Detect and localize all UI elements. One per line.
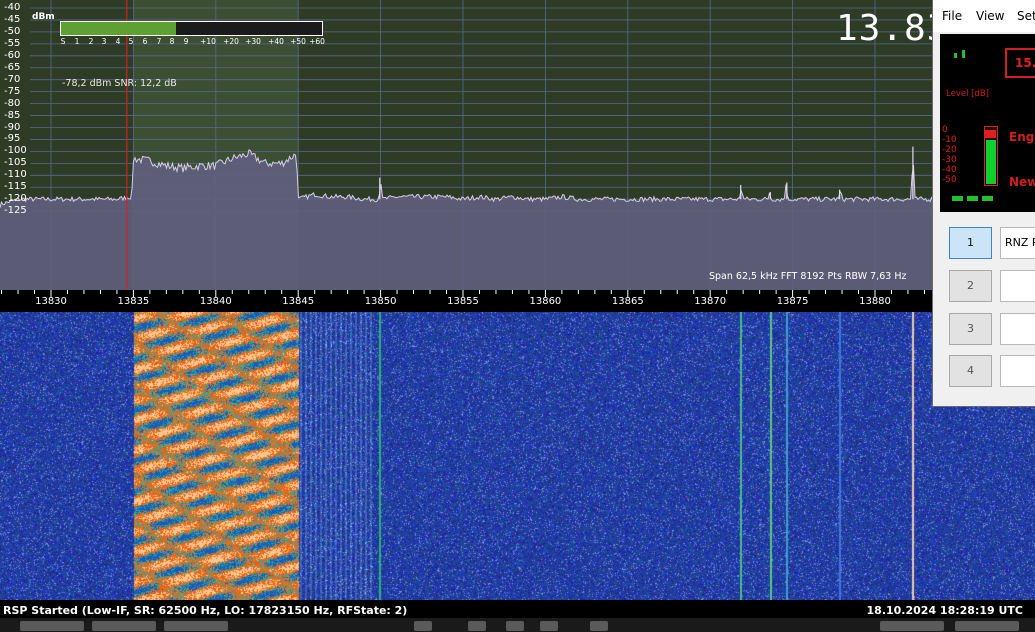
- s-meter-tick: 7: [156, 37, 162, 46]
- s-meter-tick: +40: [268, 37, 284, 46]
- preset-name-2[interactable]: [1000, 270, 1035, 302]
- vmeter-fill: [986, 140, 996, 184]
- dbm-tick-label: -100: [4, 145, 27, 157]
- preset-button-1[interactable]: 1: [949, 227, 992, 259]
- frequency-tick-label: 13835: [117, 296, 150, 307]
- s-meter-tick: 2: [88, 37, 94, 46]
- menu-view[interactable]: View: [976, 9, 1004, 23]
- dbm-tick-label: -35: [4, 0, 20, 1]
- status-datetime: 18.10.2024 18:28:19 UTC: [866, 604, 1023, 617]
- dbm-tick-label: -85: [4, 109, 21, 121]
- s-meter-tick: 1: [74, 37, 80, 46]
- level-label: Level [dB]: [946, 89, 989, 99]
- vmeter-peak: [985, 130, 996, 138]
- s-meter-tick: 8: [169, 37, 175, 46]
- toolbar-button[interactable]: [506, 621, 524, 631]
- dbm-tick-label: -105: [4, 157, 27, 169]
- menu-bar: File View Sett: [933, 0, 1035, 32]
- s-meter-tick: S: [60, 37, 66, 46]
- dbm-unit-label: dBm: [32, 12, 55, 22]
- signal-led-icon: [954, 53, 957, 58]
- preset-button-4[interactable]: 4: [949, 355, 992, 387]
- dbm-tick-label: -65: [4, 61, 21, 73]
- preset-button-3[interactable]: 3: [949, 313, 992, 345]
- level-value: 15.4: [1005, 48, 1035, 78]
- toolbar-button[interactable]: [20, 621, 84, 631]
- menu-settings[interactable]: Sett: [1017, 9, 1035, 23]
- genre-label: News: [1009, 175, 1035, 189]
- dbm-tick-label: -75: [4, 85, 21, 97]
- dbm-tick-label: -90: [4, 121, 21, 133]
- dbm-tick-label: -55: [4, 37, 21, 49]
- dbm-tick-label: -50: [4, 25, 21, 37]
- toolbar-button[interactable]: [414, 621, 432, 631]
- status-bar: RSP Started (Low-IF, SR: 62500 Hz, LO: 1…: [0, 600, 1035, 632]
- menu-file[interactable]: File: [942, 9, 962, 23]
- toolbar-button[interactable]: [164, 621, 228, 631]
- s-meter: [60, 21, 323, 36]
- frequency-tick-label: 13830: [35, 296, 67, 307]
- dbm-tick-label: -60: [4, 49, 21, 61]
- s-meter-tick: +50: [290, 37, 306, 46]
- s-meter-tick: 6: [142, 37, 148, 46]
- frequency-tick-label: 13840: [199, 296, 232, 307]
- toolbar-button[interactable]: [540, 621, 558, 631]
- preset-name-4[interactable]: [1000, 355, 1035, 387]
- frequency-tick-label: 13850: [364, 296, 397, 307]
- toolbar-button[interactable]: [955, 621, 1019, 631]
- status-message: RSP Started (Low-IF, SR: 62500 Hz, LO: 1…: [3, 604, 408, 617]
- waterfall-display[interactable]: [0, 312, 1035, 600]
- s-meter-tick: +60: [309, 37, 325, 46]
- frequency-tick-label: 13845: [282, 296, 315, 307]
- preset-name-3[interactable]: [1000, 313, 1035, 345]
- status-led-icon: [967, 196, 978, 201]
- dbm-tick-label: -45: [4, 13, 21, 25]
- frequency-tick-label: 13855: [447, 296, 479, 307]
- dbm-tick-label: -70: [4, 73, 21, 85]
- dbm-tick-label: -80: [4, 97, 21, 109]
- s-meter-tick: 4: [115, 37, 121, 46]
- status-led-icon: [982, 196, 993, 201]
- frequency-tick-label: 13865: [611, 296, 644, 307]
- s-meter-tick: +30: [245, 37, 261, 46]
- toolbar-button[interactable]: [92, 621, 156, 631]
- toolbar-button[interactable]: [590, 621, 608, 631]
- signal-readout: -78,2 dBm SNR: 12,2 dB: [62, 78, 177, 89]
- preset-button-2[interactable]: 2: [949, 270, 992, 302]
- frequency-tick-label: 13870: [694, 296, 727, 307]
- s-meter-tick: +20: [223, 37, 239, 46]
- s-meter-tick: 3: [101, 37, 107, 46]
- meter-panel: 15.4 Level [dB] 0 -10 -20 -30 -40 -50 En…: [940, 34, 1035, 212]
- dbm-tick-label: -125: [4, 205, 27, 217]
- dbm-tick-label: -95: [4, 133, 21, 145]
- s-meter-tick: 5: [128, 37, 134, 46]
- preset-name-1[interactable]: RNZ PA: [1000, 227, 1035, 259]
- s-meter-tick: +10: [200, 37, 216, 46]
- fft-info: Span 62,5 kHz FFT 8192 Pts RBW 7,63 Hz: [709, 271, 907, 282]
- s-meter-scale: S 1 2 3 4 5 6 7 8 9 +10 +20 +30 +40 +50 +60: [60, 37, 325, 47]
- signal-led-icon: [962, 50, 965, 58]
- toolbar-button[interactable]: [880, 621, 944, 631]
- dbm-tick-label: -40: [4, 2, 21, 13]
- bottom-toolbar: [0, 618, 1035, 632]
- frequency-tick-label: 13860: [529, 296, 562, 307]
- dbm-tick-label: -120: [4, 193, 27, 205]
- s-meter-fill: [61, 22, 176, 35]
- dbm-tick-label: -110: [4, 169, 27, 181]
- drm-decoder-window[interactable]: File View Sett 15.4 Level [dB] 0 -10 -20…: [932, 0, 1035, 407]
- status-led-icon: [952, 196, 963, 201]
- dbm-tick-label: -115: [4, 181, 27, 193]
- frequency-tick-label: 13875: [776, 296, 809, 307]
- frequency-tick-label: 13880: [859, 296, 891, 307]
- toolbar-button[interactable]: [468, 621, 486, 631]
- language-label: Engli: [1009, 130, 1035, 144]
- s-meter-tick: 9: [183, 37, 189, 46]
